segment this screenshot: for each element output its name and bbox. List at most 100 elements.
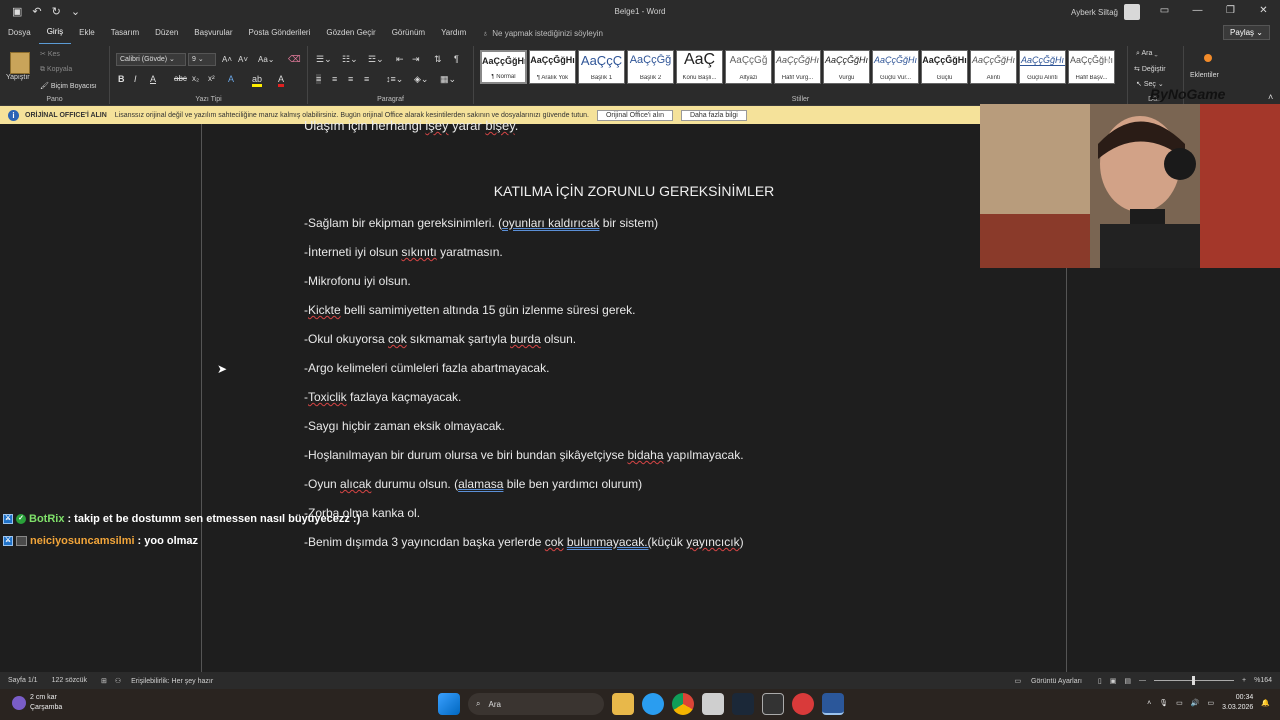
doc-heading[interactable]: KATILMA İÇİN ZORUNLU GEREKSİNİMLER [304, 183, 964, 199]
save-icon[interactable]: ▣ [12, 5, 22, 18]
numbering-icon[interactable]: ☷⌄ [342, 54, 358, 65]
style-quote[interactable]: AaÇçĞğHı Alıntı [970, 50, 1017, 84]
tab-gorunum[interactable]: Görünüm [384, 22, 433, 44]
grow-font-icon[interactable]: A˄ [222, 55, 232, 64]
show-marks-icon[interactable]: ¶ [454, 54, 459, 64]
chrome-icon[interactable] [672, 693, 694, 715]
find-button[interactable]: ⌕ Ara ⌄ [1136, 50, 1158, 58]
microphone-icon[interactable]: 🎙 [1159, 699, 1168, 707]
file-explorer-icon[interactable] [612, 693, 634, 715]
close-icon[interactable]: ✕ [1247, 0, 1280, 22]
tab-yardim[interactable]: Yardım [433, 22, 474, 44]
justify-icon[interactable]: ≡ [364, 74, 369, 84]
tab-giris[interactable]: Giriş [38, 21, 72, 45]
battery-icon[interactable]: ▭ [1208, 699, 1215, 707]
accessibility-status[interactable]: ⚇ Erişilebilirlik: Her şey hazır [115, 677, 213, 685]
font-name-select[interactable]: Calibri (Gövde) ⌄ [116, 53, 186, 66]
tab-posta[interactable]: Posta Gönderileri [241, 22, 319, 44]
style-strong[interactable]: AaÇçĞğHı Güçlü [921, 50, 968, 84]
doc-line[interactable]: -Okul okuyorsa cok sıkmamak şartıyla bur… [304, 332, 576, 346]
addins-button[interactable]: Eklentiler [1190, 72, 1219, 79]
get-office-button[interactable]: Orijinal Office'i alın [596, 109, 673, 121]
zoom-in-icon[interactable]: + [1242, 677, 1246, 684]
restore-icon[interactable]: ❐ [1214, 0, 1247, 22]
zoom-thumb[interactable] [1192, 676, 1195, 685]
cut-button[interactable]: ✂ Kes [40, 50, 60, 58]
zoom-out-icon[interactable]: — [1139, 677, 1146, 684]
redo-icon[interactable]: ↻ [52, 5, 61, 18]
network-icon[interactable]: ▭ [1176, 699, 1183, 707]
share-button[interactable]: Paylaş ⌄ [1223, 25, 1270, 40]
multilevel-list-icon[interactable]: ☲⌄ [368, 54, 384, 65]
style-normal[interactable]: AaÇçĞğHı ¶ Normal [480, 50, 527, 84]
edge-icon[interactable] [642, 693, 664, 715]
clock[interactable]: 00:34 3.03.2026 [1222, 693, 1253, 713]
doc-line[interactable]: -Mikrofonu iyi olsun. [304, 274, 411, 288]
replace-button[interactable]: ⇆ Değiştir [1134, 65, 1166, 73]
style-emphasis[interactable]: AaÇçĞğHı Vurgu [823, 50, 870, 84]
zoom-slider[interactable] [1154, 676, 1234, 685]
bullets-icon[interactable]: ☰⌄ [316, 54, 332, 65]
style-heading-2[interactable]: AaÇçĞğ Başlık 2 [627, 50, 674, 84]
bold-icon[interactable]: B [118, 74, 125, 84]
font-color-icon[interactable]: A [278, 74, 285, 87]
display-settings[interactable]: ▭ Görüntü Ayarları [1014, 677, 1081, 685]
doc-line[interactable]: -İnterneti iyi olsun sıkınıtı yaratmasın… [304, 245, 503, 259]
style-intense-emphasis[interactable]: AaÇçĞğHı Güçlü Vur... [872, 50, 919, 84]
underline-icon[interactable]: A [150, 74, 156, 84]
avatar[interactable] [1124, 4, 1140, 20]
notifications-icon[interactable]: 🔔 [1261, 699, 1270, 707]
word-count[interactable]: 122 sözcük [52, 677, 87, 684]
page-count[interactable]: Sayfa 1/1 [8, 677, 38, 684]
clear-format-icon[interactable]: ⌫ [288, 54, 301, 65]
align-left-icon[interactable]: ≡ [316, 74, 322, 84]
text-effects-icon[interactable]: A [228, 74, 234, 84]
style-no-spacing[interactable]: AaÇçĞğHı ¶ Aralık Yok [529, 50, 576, 84]
volume-icon[interactable]: 🔊 [1191, 699, 1200, 707]
tab-duzen[interactable]: Düzen [147, 22, 186, 44]
steam-icon[interactable] [732, 693, 754, 715]
store-icon[interactable] [702, 693, 724, 715]
start-icon[interactable] [438, 693, 460, 715]
app-icon[interactable] [792, 693, 814, 715]
tab-ekle[interactable]: Ekle [71, 22, 103, 44]
decrease-indent-icon[interactable]: ⇤ [396, 54, 404, 65]
borders-icon[interactable]: ▦⌄ [440, 74, 456, 85]
strikethrough-icon[interactable]: abc [174, 74, 187, 83]
doc-line[interactable]: -Hoşlanılmayan bir durum olursa ve biri … [304, 448, 744, 462]
word-icon[interactable] [822, 693, 844, 715]
doc-line[interactable]: -Sağlam bir ekipman gereksinimleri. (oyu… [304, 216, 658, 230]
copy-button[interactable]: ⧉ Kopyala [40, 66, 72, 74]
style-intense-quote[interactable]: AaÇçĞğHı Güçlü Alıntı [1019, 50, 1066, 84]
style-subtle-emphasis[interactable]: AaÇçĞğHı Hafif Vurg... [774, 50, 821, 84]
shading-icon[interactable]: ◈⌄ [414, 74, 428, 85]
proofing-icon[interactable]: ⊞ [101, 677, 107, 685]
web-layout-icon[interactable]: ▤ [1124, 677, 1131, 685]
shrink-font-icon[interactable]: A˅ [238, 55, 248, 64]
italic-icon[interactable]: I [134, 74, 137, 84]
print-layout-icon[interactable]: ▣ [1110, 677, 1117, 685]
tell-me-search[interactable]: ♁ Ne yapmak istediğinizi söyleyin [482, 29, 603, 38]
learn-more-button[interactable]: Daha fazla bilgi [680, 109, 747, 121]
align-center-icon[interactable]: ≡ [332, 74, 337, 84]
align-right-icon[interactable]: ≡ [348, 74, 353, 84]
doc-line-top[interactable]: Ulaşım için herhangi işey yarar bişey. [304, 118, 518, 133]
line-spacing-icon[interactable]: ↕≡⌄ [386, 74, 403, 85]
doc-line[interactable]: -Saygı hiçbir zaman eksik olmayacak. [304, 419, 505, 433]
epic-games-icon[interactable] [762, 693, 784, 715]
doc-line[interactable]: -Oyun alıcak durumu olsun. (alamasa bile… [304, 477, 642, 491]
ribbon-display-icon[interactable]: ▭ [1148, 0, 1181, 22]
addins-icon[interactable] [1204, 54, 1212, 62]
doc-line[interactable]: -Benim dışımda 3 yayıncıdan başka yerler… [304, 535, 744, 549]
doc-line[interactable]: -Kickte belli samimiyetten altında 15 gü… [304, 303, 636, 317]
highlight-icon[interactable]: ab [252, 74, 263, 87]
undo-icon[interactable]: ↶ [32, 5, 41, 18]
paste-button[interactable]: Yapıştır [6, 74, 30, 81]
customize-qat-icon[interactable]: ⌄ [71, 5, 80, 18]
weather-widget[interactable]: 2 cm kar Çarşamba [12, 693, 62, 713]
tab-basvurular[interactable]: Başvurular [186, 22, 240, 44]
zoom-level[interactable]: %164 [1254, 677, 1272, 684]
increase-indent-icon[interactable]: ⇥ [412, 54, 420, 65]
styles-more-icon[interactable]: ▾ [1106, 56, 1111, 67]
user-account[interactable]: Ayberk Siltağ [1071, 4, 1140, 20]
